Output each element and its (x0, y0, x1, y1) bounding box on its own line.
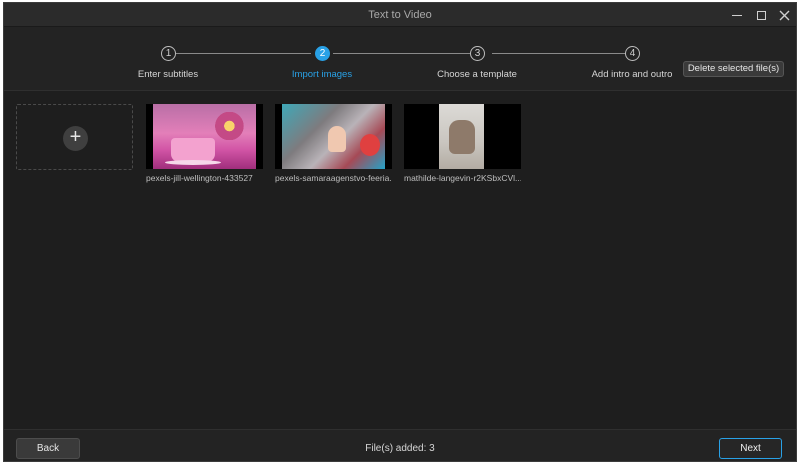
step-progress: 1 Enter subtitles 2 Import images 3 Choo… (4, 27, 796, 91)
balloon-shape (360, 134, 380, 156)
step-number: 3 (470, 46, 485, 61)
step-number: 2 (315, 46, 330, 61)
figure-shape (449, 120, 475, 154)
close-button[interactable] (775, 6, 793, 24)
footer-bar: Back File(s) added: 3 Next (4, 429, 796, 461)
image-thumbnail[interactable]: pexels-jill-wellington-433527 (146, 104, 263, 183)
app-window: Text to Video 1 Enter subtitles 2 Import… (3, 2, 797, 462)
step-connector (333, 53, 470, 54)
thumbnail-caption: pexels-samaraagenstvo-feeria... (275, 173, 392, 183)
thumbnail-caption: mathilde-langevin-r2KSbxCVl... (404, 173, 521, 183)
step-connector (492, 53, 625, 54)
title-bar: Text to Video (4, 3, 796, 27)
step-label: Add intro and outro (591, 69, 673, 80)
close-icon (779, 10, 789, 20)
add-image-tile[interactable]: + (16, 104, 133, 170)
thumbnail-caption: pexels-jill-wellington-433527 (146, 173, 253, 183)
step-label: Enter subtitles (137, 69, 199, 80)
mother-child-photo (439, 104, 484, 169)
image-grid: + pexels-jill-wellington-433527 pexels-s… (4, 92, 796, 429)
thumbnail-frame (275, 104, 392, 169)
child-shape (328, 126, 346, 152)
window-title: Text to Video (368, 9, 432, 21)
party-photo (282, 104, 385, 169)
minimize-button[interactable] (728, 6, 746, 24)
step-label: Import images (291, 69, 353, 80)
step-connector (176, 53, 311, 54)
plate-shape (165, 160, 221, 165)
birthday-cake-photo (153, 104, 256, 169)
thumbnail-frame (404, 104, 521, 169)
thumbnail-frame (146, 104, 263, 169)
minimize-icon (732, 14, 742, 16)
image-thumbnail[interactable]: mathilde-langevin-r2KSbxCVl... (404, 104, 521, 183)
step-label: Choose a template (437, 69, 517, 80)
maximize-icon (756, 10, 766, 20)
image-thumbnail[interactable]: pexels-samaraagenstvo-feeria... (275, 104, 392, 183)
delete-selected-button[interactable]: Delete selected file(s) (683, 61, 784, 77)
step-number: 1 (161, 46, 176, 61)
cake-shape (171, 138, 215, 162)
step-number: 4 (625, 46, 640, 61)
files-added-count: File(s) added: 3 (365, 443, 435, 454)
plus-icon: + (63, 126, 88, 151)
flowers-shape (215, 112, 251, 140)
maximize-button[interactable] (752, 6, 770, 24)
next-button[interactable]: Next (719, 438, 782, 459)
